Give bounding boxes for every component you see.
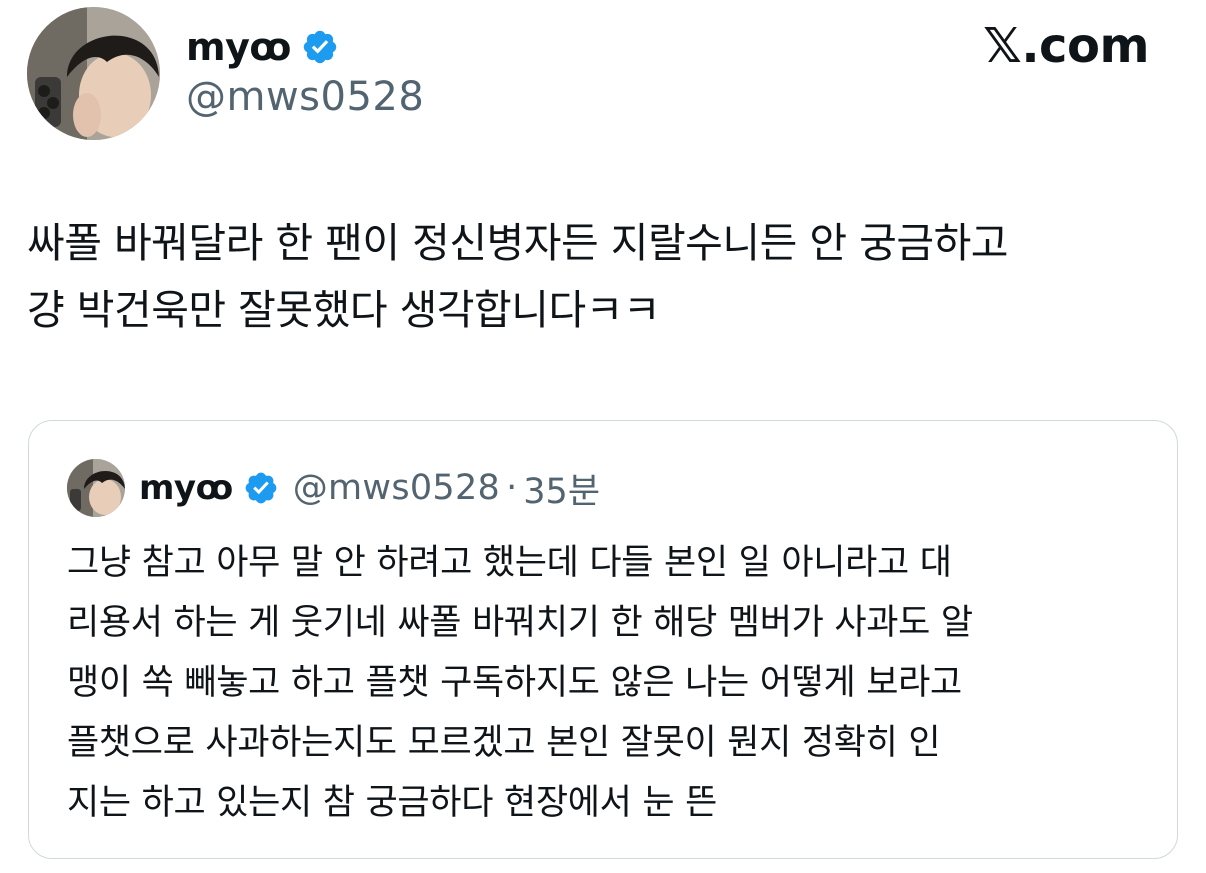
quoted-tweet-timestamp[interactable]: 35분 bbox=[523, 463, 600, 514]
quoted-author-display-name[interactable]: myꝏ bbox=[139, 468, 233, 508]
avatar-photo bbox=[27, 7, 160, 140]
author-avatar[interactable] bbox=[27, 7, 160, 140]
quoted-tweet-text: 그냥 참고 아무 말 안 하려고 했는데 다들 본인 일 아니라고 대 리용서 … bbox=[67, 543, 973, 823]
quoted-author-avatar[interactable] bbox=[67, 459, 125, 517]
avatar-photo bbox=[67, 459, 125, 517]
author-name-row[interactable]: myꝏ bbox=[186, 22, 339, 72]
meta-separator: · bbox=[506, 468, 518, 508]
author-display-name[interactable]: myꝏ bbox=[186, 25, 291, 69]
quoted-author-handle[interactable]: @mws0528 bbox=[293, 468, 500, 508]
verified-badge-icon bbox=[303, 30, 337, 64]
tweet-text: 싸폴 바꿔달라 한 팬이 정신병자든 지랄수니든 안 궁금하고 걍 박건욱만 잘… bbox=[27, 219, 1009, 334]
quoted-tweet-card[interactable]: myꝏ @mws0528 · 35분 그냥 참고 아무 말 안 하려고 했는데 … bbox=[28, 420, 1178, 859]
quoted-tweet-header: myꝏ @mws0528 · 35분 bbox=[67, 459, 600, 517]
verified-badge-icon bbox=[245, 472, 277, 504]
author-handle[interactable]: @mws0528 bbox=[186, 74, 424, 120]
x-com-logo: 𝕏.com bbox=[983, 18, 1149, 74]
